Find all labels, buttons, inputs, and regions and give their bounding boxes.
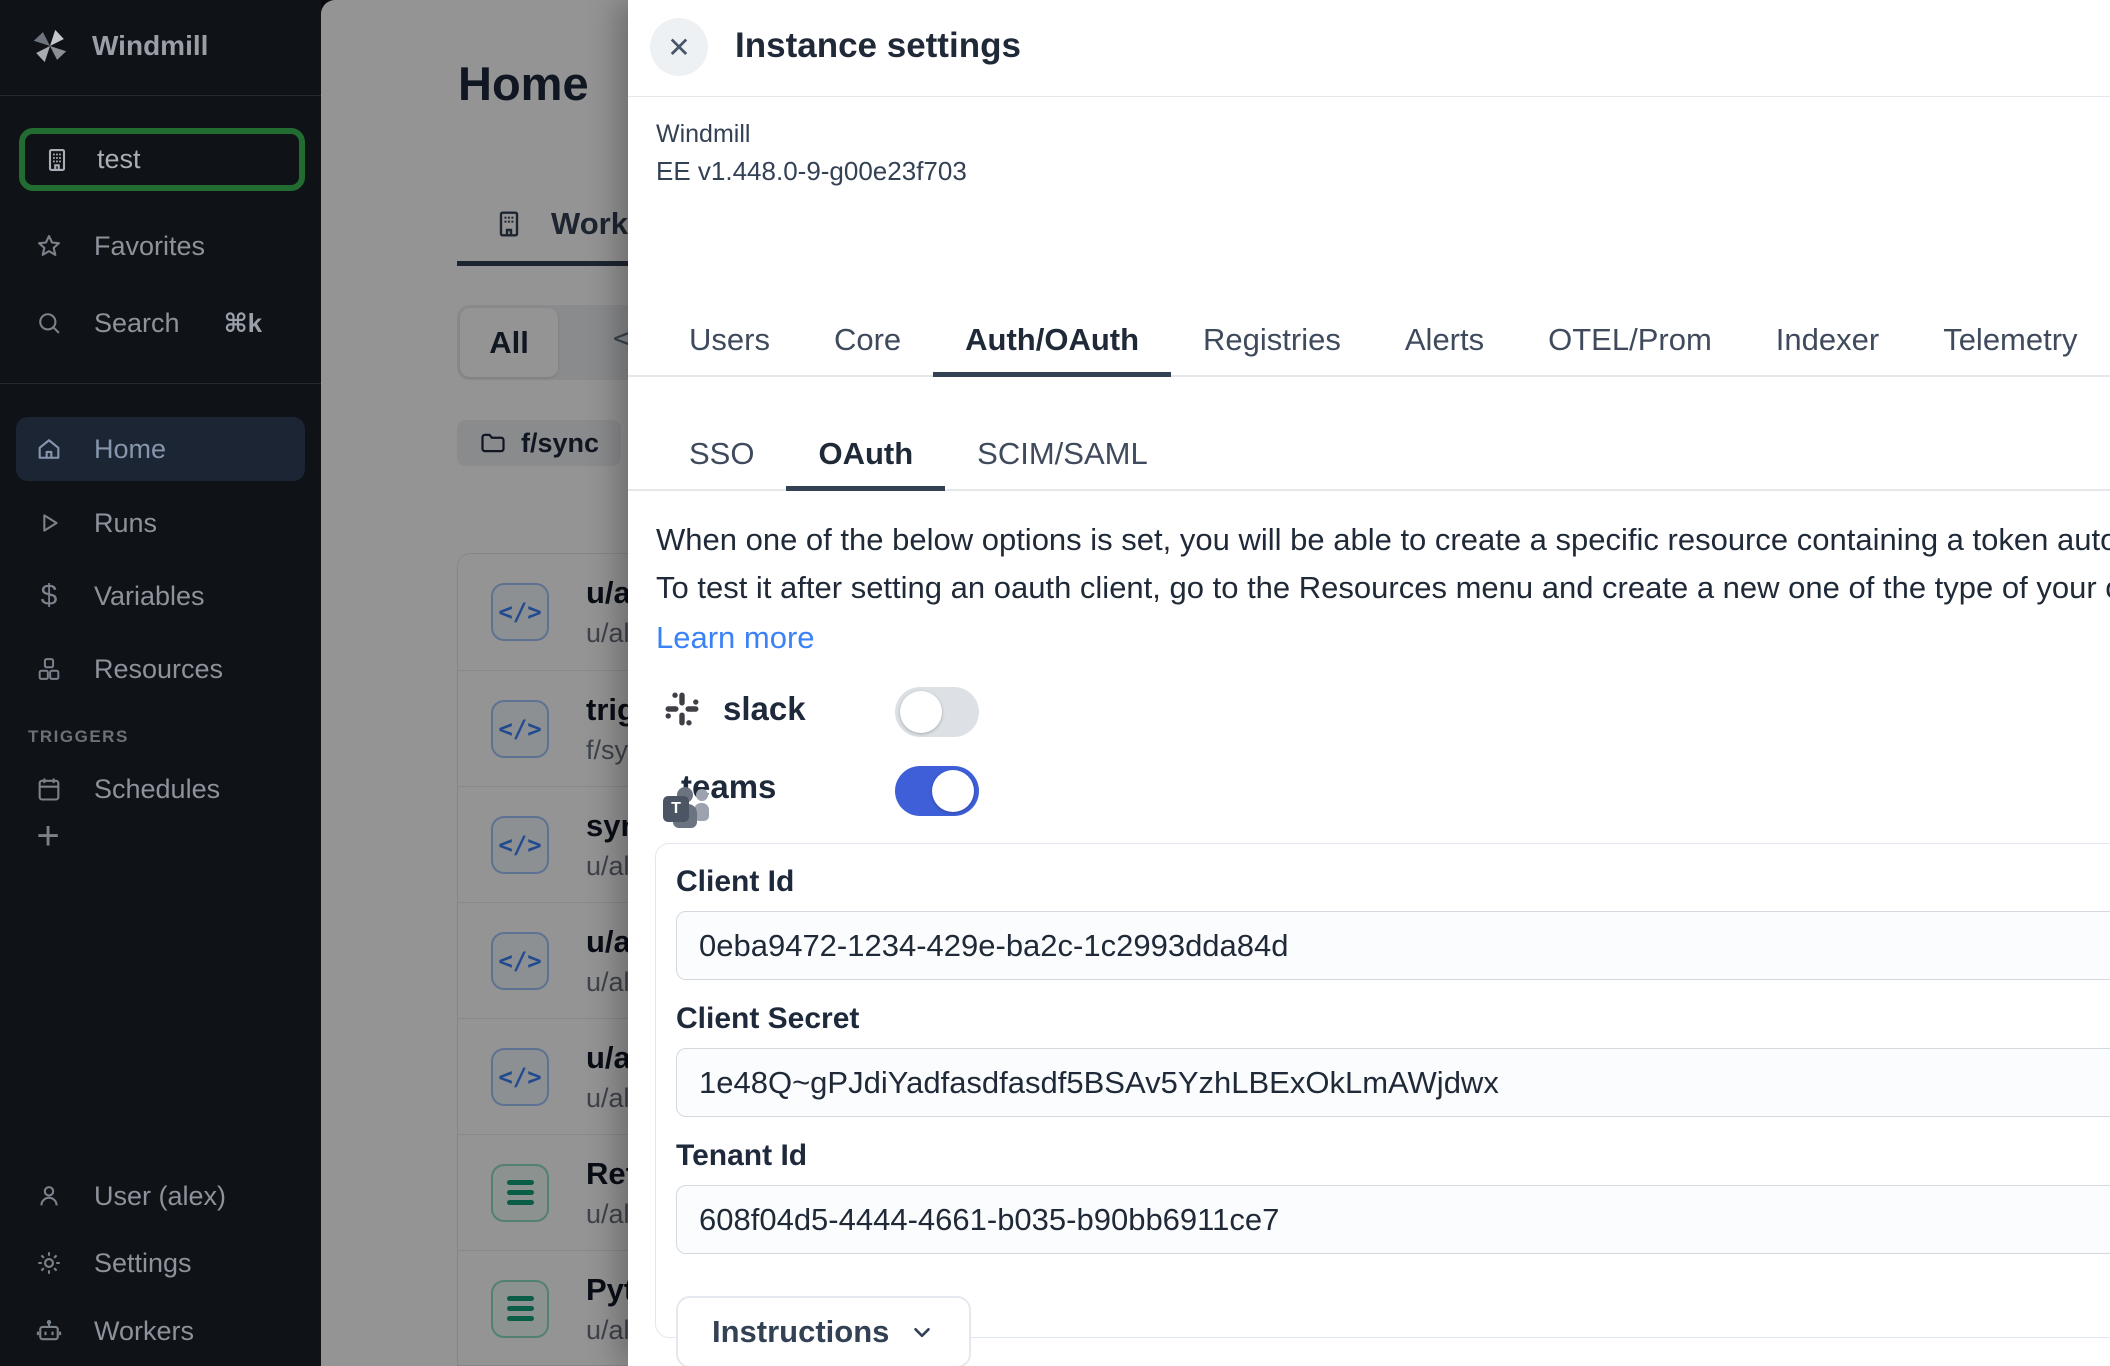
- instance-settings-drawer: ✕ Instance settings Windmill EE v1.448.0…: [628, 0, 2110, 1366]
- subtab-scim-saml[interactable]: SCIM/SAML: [945, 428, 1180, 491]
- sidebar-item-label: Workers: [94, 1316, 194, 1347]
- sidebar-item-variables[interactable]: $ Variables: [16, 564, 305, 628]
- windmill-app: Windmill test: [0, 0, 2110, 1366]
- sidebar-item-label: User (alex): [94, 1181, 226, 1212]
- gear-icon: [34, 1248, 64, 1278]
- client-id-label: Client Id: [676, 865, 794, 898]
- drawer-title: Instance settings: [735, 26, 1021, 66]
- triggers-section-label: TRIGGERS: [28, 727, 129, 747]
- tenant-id-label: Tenant Id: [676, 1139, 807, 1172]
- home-icon: [34, 434, 64, 464]
- slack-toggle[interactable]: [895, 687, 979, 737]
- slack-icon: [663, 690, 701, 728]
- oauth-description-line2: To test it after setting an oauth client…: [656, 570, 2110, 606]
- play-icon: [34, 508, 64, 538]
- sidebar-item-schedules[interactable]: Schedules: [16, 757, 305, 821]
- brand-title: Windmill: [92, 30, 208, 62]
- tab-auth-oauth[interactable]: Auth/OAuth: [933, 314, 1171, 377]
- slack-label: slack: [723, 690, 806, 728]
- auth-subtabs: SSO OAuth SCIM/SAML: [628, 428, 2110, 491]
- add-trigger-button[interactable]: +: [26, 814, 70, 858]
- subtab-sso[interactable]: SSO: [657, 428, 786, 491]
- instructions-label: Instructions: [712, 1314, 889, 1350]
- workspace-selector[interactable]: test: [19, 128, 305, 191]
- calendar-icon: [34, 774, 64, 804]
- client-id-input[interactable]: [676, 911, 2110, 980]
- building-icon: [43, 146, 71, 174]
- teams-row: T teams: [663, 768, 776, 806]
- search-shortcut: ⌘k: [224, 308, 263, 339]
- client-secret-label: Client Secret: [676, 1002, 859, 1035]
- tab-users[interactable]: Users: [657, 314, 802, 377]
- divider: [0, 383, 321, 384]
- sidebar-item-user[interactable]: User (alex): [16, 1164, 305, 1228]
- boxes-icon: [34, 654, 64, 684]
- subtab-oauth[interactable]: OAuth: [786, 428, 945, 491]
- sidebar-item-runs[interactable]: Runs: [16, 491, 305, 555]
- sidebar-item-settings[interactable]: Settings: [16, 1231, 305, 1295]
- close-icon[interactable]: ✕: [650, 18, 708, 76]
- dollar-icon: $: [34, 581, 64, 611]
- slack-row: slack: [663, 690, 806, 728]
- sidebar-item-label: Favorites: [94, 231, 205, 262]
- divider: [0, 95, 321, 96]
- tab-registries[interactable]: Registries: [1171, 314, 1373, 377]
- drawer-backdrop[interactable]: [321, 0, 628, 1366]
- drawer-header: ✕ Instance settings: [628, 0, 2110, 97]
- settings-tabs: Users Core Auth/OAuth Registries Alerts …: [628, 314, 2110, 377]
- client-secret-input[interactable]: [676, 1048, 2110, 1117]
- windmill-logo-icon: [30, 26, 70, 66]
- search-icon: [34, 308, 64, 338]
- tab-alerts[interactable]: Alerts: [1373, 314, 1516, 377]
- tab-core[interactable]: Core: [802, 314, 933, 377]
- teams-toggle[interactable]: [895, 766, 979, 816]
- robot-icon: [34, 1316, 64, 1346]
- sidebar: Windmill test: [0, 0, 321, 1366]
- instructions-button[interactable]: Instructions: [676, 1296, 971, 1366]
- sidebar-item-home[interactable]: Home: [16, 417, 305, 481]
- tab-telemetry[interactable]: Telemetry: [1911, 314, 2109, 377]
- oauth-description-line1: When one of the below options is set, yo…: [656, 522, 2110, 558]
- user-icon: [34, 1181, 64, 1211]
- teams-config-box: Client Id Client Secret Tenant Id Instru…: [655, 843, 2110, 1338]
- sidebar-item-workers[interactable]: Workers: [16, 1299, 305, 1363]
- sidebar-item-label: Schedules: [94, 774, 220, 805]
- star-icon: [34, 231, 64, 261]
- sidebar-item-label: Home: [94, 434, 166, 465]
- sidebar-item-label: Resources: [94, 654, 223, 685]
- tab-otel-prom[interactable]: OTEL/Prom: [1516, 314, 1744, 377]
- teams-label: teams: [681, 768, 776, 806]
- sidebar-item-search[interactable]: Search ⌘k: [16, 291, 305, 355]
- sidebar-item-favorites[interactable]: Favorites: [16, 214, 305, 278]
- tab-indexer[interactable]: Indexer: [1744, 314, 1911, 377]
- sidebar-item-label: Search: [94, 308, 180, 339]
- tenant-id-input[interactable]: [676, 1185, 2110, 1254]
- app-version: EE v1.448.0-9-g00e23f703: [656, 156, 967, 187]
- sidebar-item-label: Runs: [94, 508, 157, 539]
- brand: Windmill: [30, 26, 208, 66]
- learn-more-link[interactable]: Learn more: [656, 620, 815, 656]
- app-name: Windmill: [656, 120, 750, 149]
- chevron-down-icon: [909, 1319, 935, 1345]
- sidebar-item-label: Settings: [94, 1248, 192, 1279]
- sidebar-item-label: Variables: [94, 581, 205, 612]
- sidebar-item-resources[interactable]: Resources: [16, 637, 305, 701]
- workspace-name: test: [97, 144, 141, 175]
